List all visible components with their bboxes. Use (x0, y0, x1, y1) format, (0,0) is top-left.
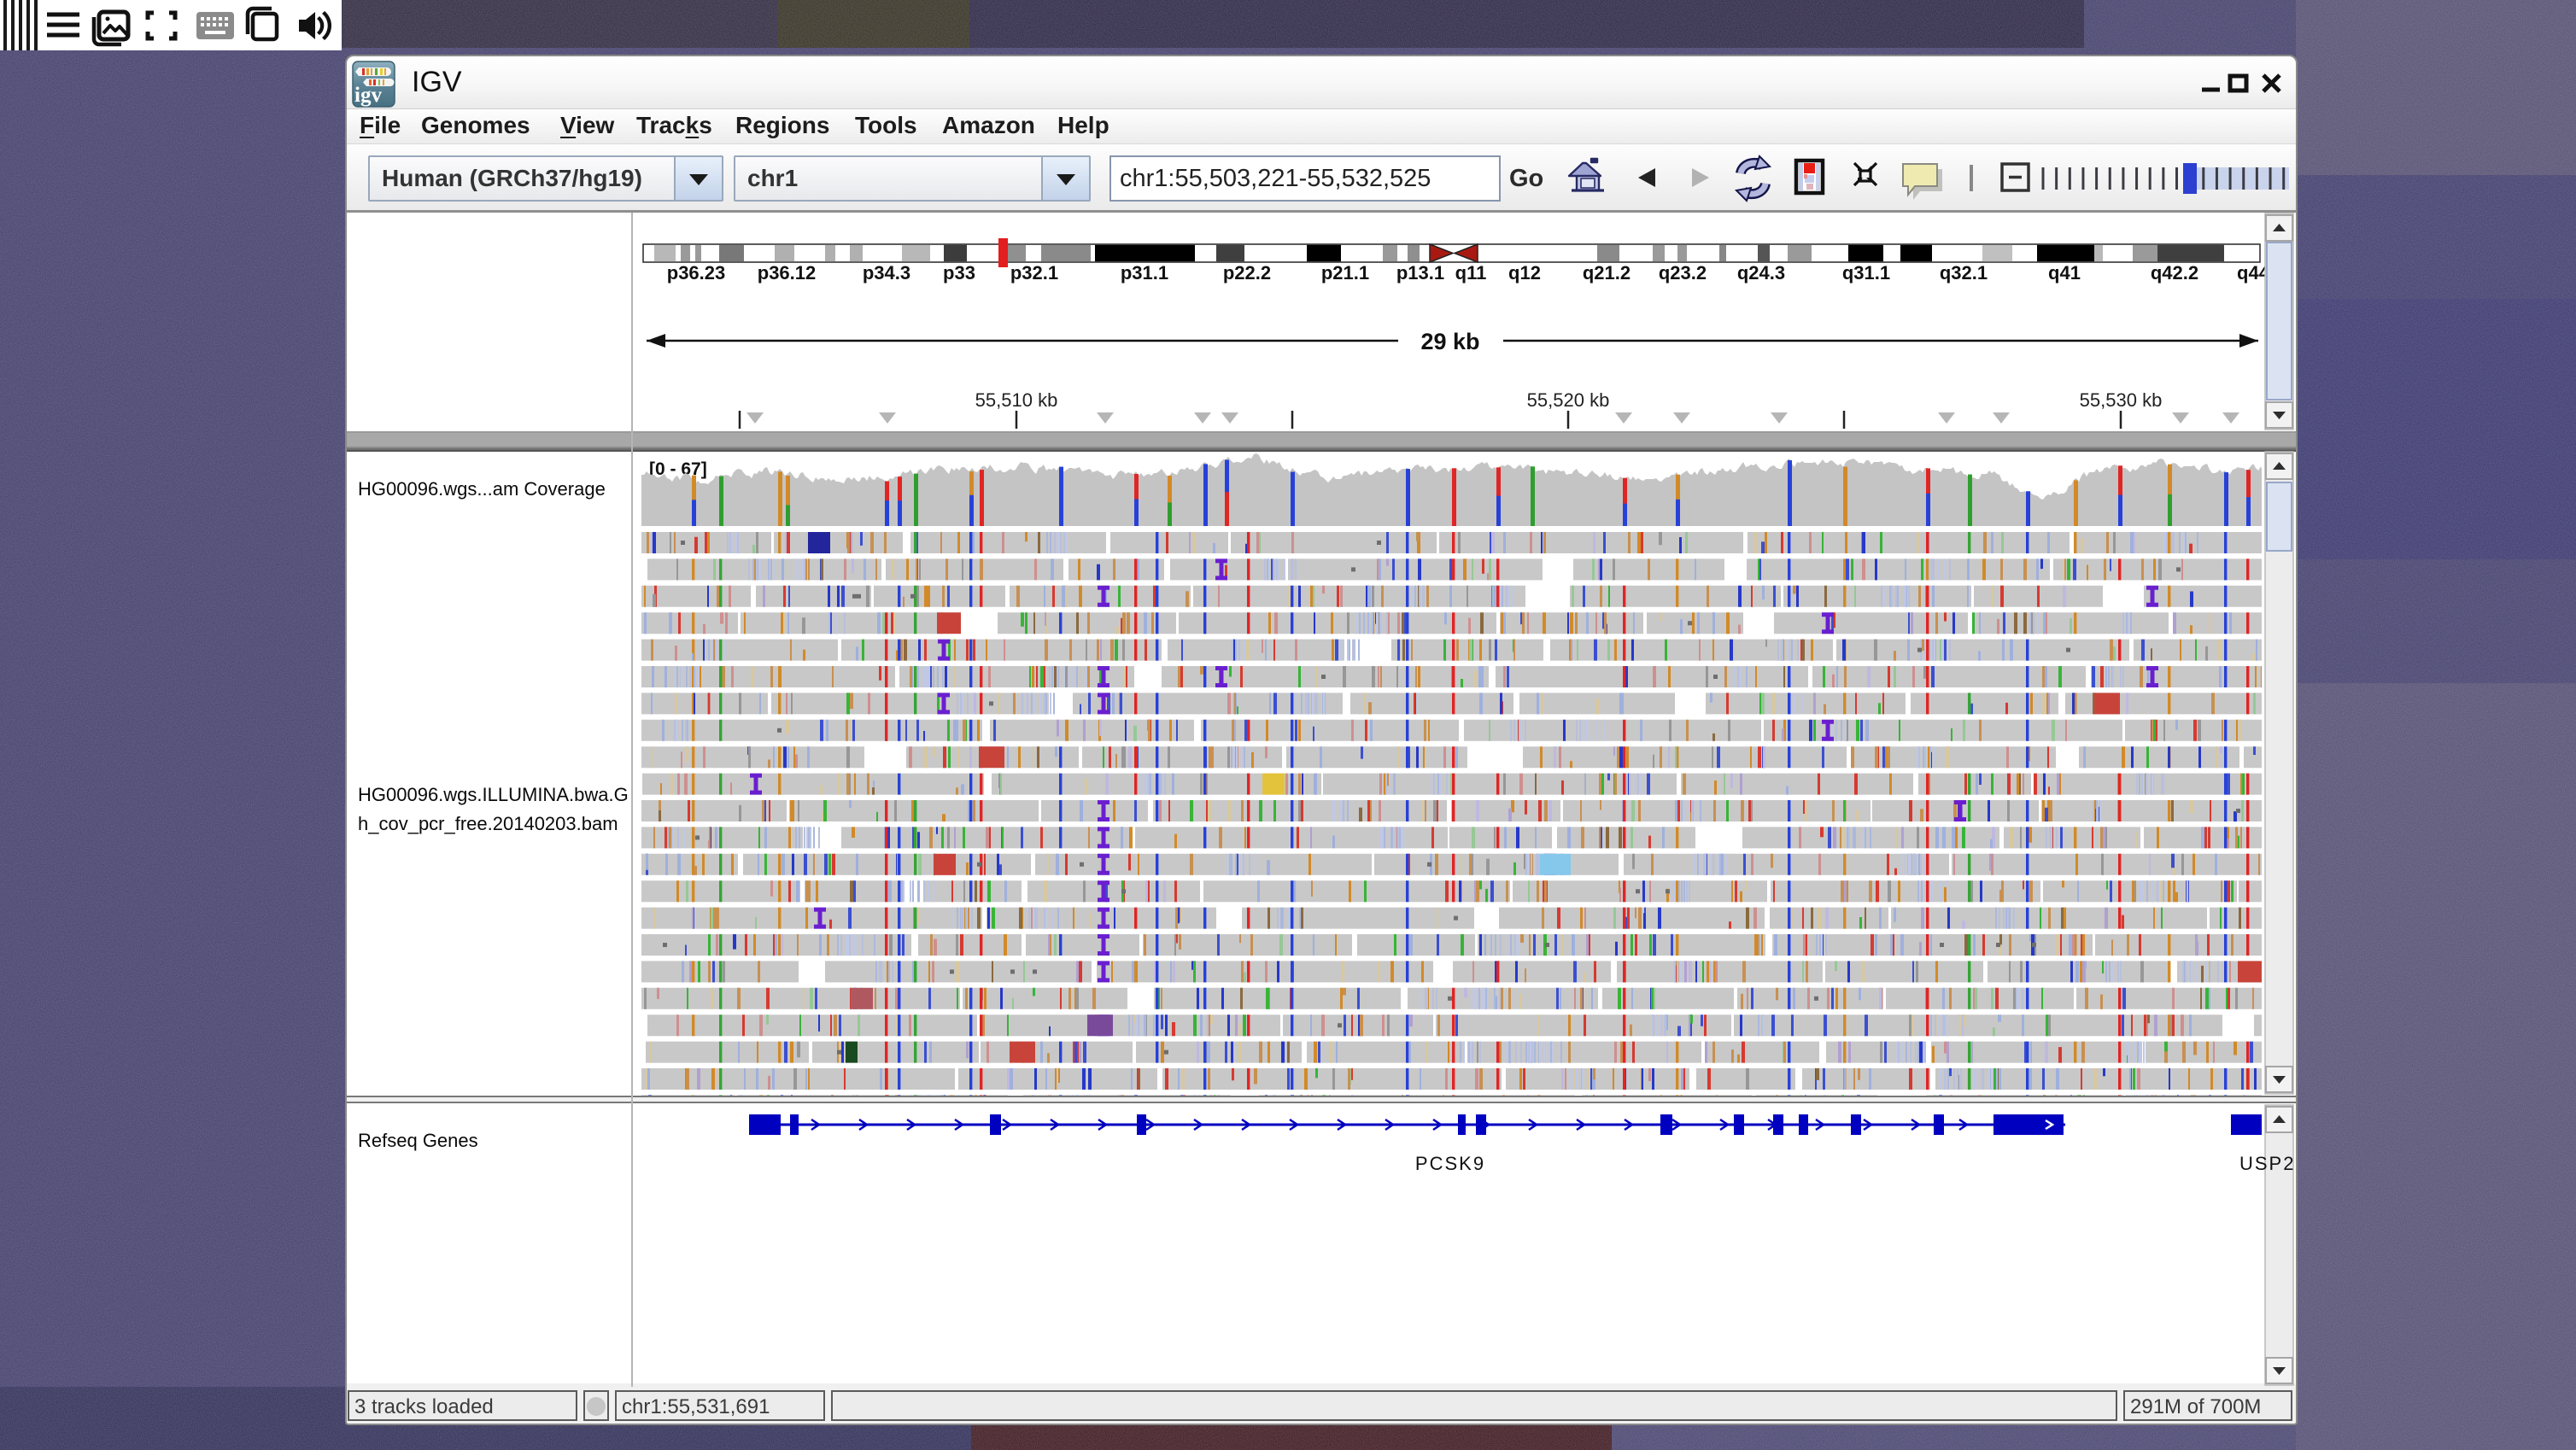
svg-text:[0 - 67]: [0 - 67] (649, 459, 707, 479)
svg-text:q32.1: q32.1 (1940, 262, 1988, 284)
svg-text:USP2: USP2 (2239, 1153, 2295, 1174)
svg-text:HG00096.wgs...am Coverage: HG00096.wgs...am Coverage (358, 478, 606, 500)
svg-text:q23.2: q23.2 (1659, 262, 1707, 284)
svg-text:p22.2: p22.2 (1223, 262, 1271, 284)
svg-text:HG00096.wgs.ILLUMINA.bwa.G: HG00096.wgs.ILLUMINA.bwa.G (358, 784, 629, 805)
svg-text:Refseq Genes: Refseq Genes (358, 1130, 478, 1151)
svg-text:q12: q12 (1508, 262, 1541, 284)
svg-text:p36.12: p36.12 (758, 262, 817, 284)
svg-text:PCSK9: PCSK9 (1415, 1153, 1485, 1174)
svg-text:p34.3: p34.3 (863, 262, 910, 284)
svg-text:p32.1: p32.1 (1010, 262, 1058, 284)
svg-text:p13.1: p13.1 (1396, 262, 1444, 284)
svg-text:q42.2: q42.2 (2151, 262, 2198, 284)
svg-text:p33: p33 (943, 262, 975, 284)
svg-text:p31.1: p31.1 (1121, 262, 1168, 284)
svg-text:p21.1: p21.1 (1321, 262, 1369, 284)
svg-text:q44: q44 (2237, 262, 2270, 284)
svg-text:q11: q11 (1455, 262, 1487, 284)
svg-text:29 kb: 29 kb (1420, 329, 1479, 354)
svg-text:q41: q41 (2048, 262, 2081, 284)
svg-text:55,530 kb: 55,530 kb (2080, 389, 2163, 411)
svg-text:q24.3: q24.3 (1737, 262, 1785, 284)
svg-text:p36.23: p36.23 (667, 262, 726, 284)
svg-text:q31.1: q31.1 (1842, 262, 1890, 284)
svg-text:55,510 kb: 55,510 kb (975, 389, 1058, 411)
svg-text:h_cov_pcr_free.20140203.bam: h_cov_pcr_free.20140203.bam (358, 813, 618, 834)
svg-text:q21.2: q21.2 (1583, 262, 1630, 284)
svg-text:55,520 kb: 55,520 kb (1527, 389, 1610, 411)
